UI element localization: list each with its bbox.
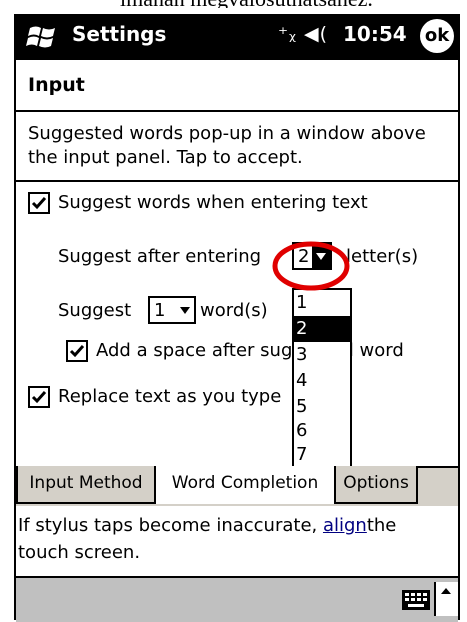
- align-link[interactable]: align: [323, 515, 367, 536]
- tab-options[interactable]: Options: [334, 466, 418, 504]
- suggest-words-label: Suggest words when entering text: [58, 192, 368, 213]
- divider: [16, 110, 458, 112]
- highlight-ring-annotation: [272, 241, 350, 291]
- dropdown-option-selected[interactable]: 2: [294, 316, 350, 342]
- dropdown-option[interactable]: 6: [294, 418, 350, 444]
- words-suffix-label: word(s): [200, 300, 268, 321]
- add-space-label: Add a space after suggested word: [96, 340, 404, 361]
- dropdown-option[interactable]: 4: [294, 368, 350, 394]
- dropdown-arrow-icon: [180, 307, 190, 314]
- checkmark-icon: [31, 391, 47, 404]
- checkmark-icon: [69, 345, 85, 358]
- tab-bar: Input Method Word Completion Options: [16, 466, 458, 506]
- top-caption: lmanan megvalosuthatsanez.: [120, 0, 380, 8]
- letters-suffix-label: letter(s): [346, 246, 419, 267]
- words-count-value: 1: [154, 300, 166, 321]
- app-title: Settings: [72, 22, 167, 46]
- keyboard-icon[interactable]: [402, 590, 430, 610]
- add-space-checkbox[interactable]: [66, 340, 88, 362]
- command-bar: [16, 576, 458, 622]
- suggest-words-checkbox[interactable]: [28, 192, 50, 214]
- dropdown-option[interactable]: 1: [294, 290, 350, 316]
- clock[interactable]: 10:54: [343, 22, 407, 46]
- replace-text-label: Replace text as you type: [58, 386, 282, 407]
- dropdown-option[interactable]: 3: [294, 342, 350, 368]
- calibration-hint: If stylus taps become inaccurate, alignt…: [18, 512, 438, 566]
- title-bar: Settings ⁺ᵪ ◀( 10:54 ok: [16, 14, 458, 60]
- windows-start-icon[interactable]: [22, 20, 64, 54]
- divider: [16, 180, 458, 182]
- dropdown-option[interactable]: 5: [294, 394, 350, 420]
- checkmark-icon: [31, 197, 47, 210]
- section-title: Input: [28, 74, 85, 96]
- section-description: Suggested words pop-up in a window above…: [28, 123, 426, 168]
- tab-input-method[interactable]: Input Method: [16, 466, 156, 504]
- up-arrow-icon: [441, 588, 451, 594]
- input-arrow-icon[interactable]: [434, 582, 458, 616]
- letters-count-dropdown-list[interactable]: 1 2 3 4 5 6 7: [292, 288, 352, 472]
- connectivity-volume-icon[interactable]: ⁺ᵪ ◀(: [278, 23, 328, 45]
- suggest-after-label: Suggest after entering: [58, 246, 262, 267]
- dropdown-option[interactable]: 7: [294, 442, 350, 468]
- settings-window: Settings ⁺ᵪ ◀( 10:54 ok Input Suggested …: [14, 14, 460, 622]
- tab-word-completion[interactable]: Word Completion: [154, 466, 336, 504]
- words-count-select[interactable]: 1: [148, 296, 196, 324]
- replace-text-checkbox[interactable]: [28, 386, 50, 408]
- calibration-hint-text: If stylus taps become inaccurate,: [18, 515, 323, 536]
- ok-button[interactable]: ok: [420, 19, 454, 53]
- suggest-count-label: Suggest: [58, 300, 132, 321]
